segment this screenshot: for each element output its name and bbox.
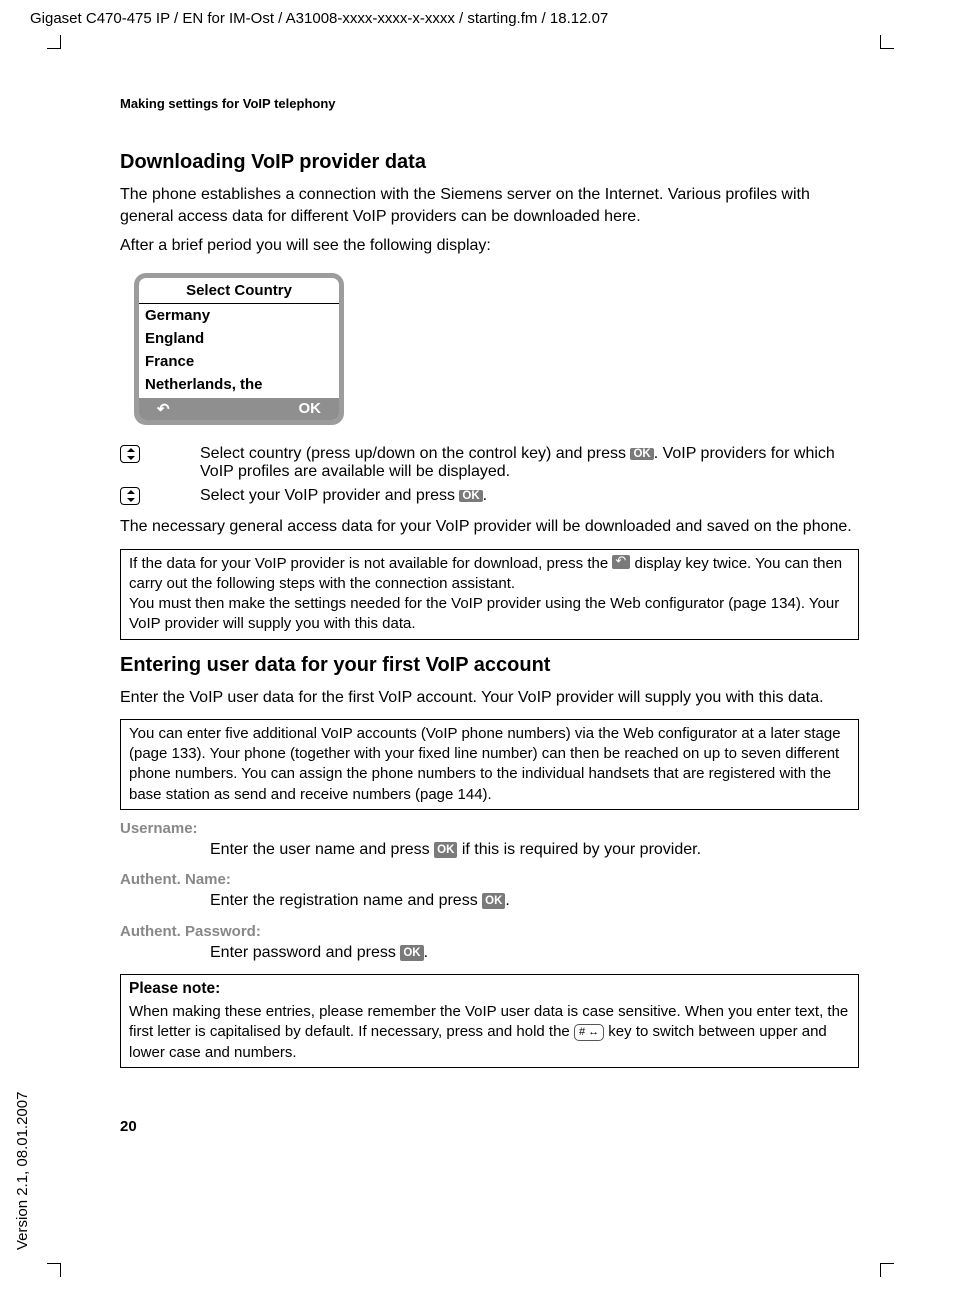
ok-chip-icon: OK	[482, 893, 505, 909]
paragraph: Enter the VoIP user data for the first V…	[120, 687, 859, 709]
paragraph: The necessary general access data for yo…	[120, 516, 859, 538]
softkey-back-icon: ↶	[157, 400, 170, 418]
info-box: If the data for your VoIP provider is no…	[120, 549, 859, 640]
page-content: Making settings for VoIP telephony Downl…	[120, 96, 859, 1135]
display-item: Germany	[139, 304, 339, 327]
instruction-row: Select country (press up/down on the con…	[120, 445, 859, 481]
please-note-title: Please note:	[129, 979, 850, 1000]
please-note-box: Please note: When making these entries, …	[120, 974, 859, 1068]
version-sidebar: Version 2.1, 08.01.2007	[14, 1092, 31, 1250]
field-desc: Enter the user name and press OK if this…	[210, 839, 859, 861]
ok-chip-icon: OK	[400, 945, 423, 961]
phone-display-mockup: Select Country Germany England France Ne…	[134, 273, 344, 425]
crop-mark	[880, 1263, 894, 1277]
updown-key-icon	[120, 445, 140, 463]
display-item: Netherlands, the	[139, 373, 339, 396]
updown-key-icon	[120, 487, 140, 505]
paragraph: The phone establishes a connection with …	[120, 184, 859, 229]
heading-entering-user-data: Entering user data for your first VoIP a…	[120, 654, 859, 677]
display-item: England	[139, 327, 339, 350]
crop-mark	[47, 1263, 61, 1277]
heading-downloading: Downloading VoIP provider data	[120, 151, 859, 174]
hash-key-icon: # ↔	[574, 1024, 604, 1041]
softkey-ok: OK	[299, 400, 322, 418]
back-chip-icon	[612, 555, 630, 569]
display-item: France	[139, 350, 339, 373]
field-desc: Enter password and press OK.	[210, 942, 859, 964]
paragraph: After a brief period you will see the fo…	[120, 235, 859, 257]
running-head: Gigaset C470-475 IP / EN for IM-Ost / A3…	[30, 10, 608, 27]
field-label-authent-name: Authent. Name:	[120, 871, 859, 888]
field-label-authent-password: Authent. Password:	[120, 923, 859, 940]
crop-mark	[880, 35, 894, 49]
field-desc: Enter the registration name and press OK…	[210, 890, 859, 912]
field-label-username: Username:	[120, 820, 859, 837]
instruction-text: Select your VoIP provider and press OK.	[200, 487, 487, 510]
ok-chip-icon: OK	[434, 842, 457, 858]
display-title: Select Country	[139, 278, 339, 304]
section-header: Making settings for VoIP telephony	[120, 96, 859, 111]
ok-chip-icon: OK	[459, 490, 482, 502]
info-box: You can enter five additional VoIP accou…	[120, 719, 859, 810]
page-number: 20	[120, 1118, 859, 1135]
crop-mark	[47, 35, 61, 49]
ok-chip-icon: OK	[630, 448, 653, 460]
instruction-row: Select your VoIP provider and press OK.	[120, 487, 859, 510]
instruction-text: Select country (press up/down on the con…	[200, 445, 859, 481]
